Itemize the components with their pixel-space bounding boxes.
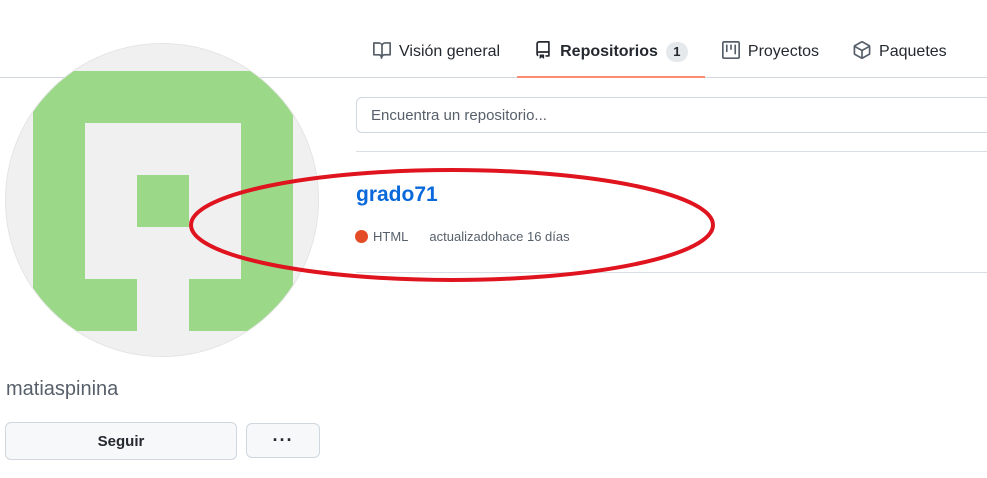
language-color-dot [355, 230, 368, 243]
tab-overview[interactable]: Visión general [356, 28, 517, 76]
tab-repositories[interactable]: Repositorios 1 [517, 28, 705, 78]
list-divider [356, 151, 987, 152]
repository-name-link[interactable]: grado71 [356, 183, 438, 207]
repository-language: HTML [373, 229, 409, 244]
repository-meta: HTML actualizadohace 16 días [355, 229, 570, 244]
tab-projects[interactable]: Proyectos [705, 28, 836, 76]
book-icon [373, 41, 391, 64]
package-icon [853, 40, 871, 64]
avatar [5, 43, 319, 357]
profile-username: matiaspinina [6, 378, 119, 400]
tab-label: Repositorios [560, 43, 658, 60]
repository-search-input[interactable] [356, 97, 987, 133]
tab-label: Proyectos [747, 43, 820, 60]
repo-count-badge: 1 [665, 42, 688, 62]
identicon-image [6, 44, 318, 356]
tab-label: Visión general [399, 43, 501, 60]
project-icon [721, 40, 740, 64]
follow-button[interactable]: Seguir [5, 422, 237, 460]
repo-icon [534, 40, 552, 64]
tab-packages[interactable]: Paquetes [836, 28, 964, 76]
more-options-button[interactable]: ··· [246, 423, 320, 458]
list-divider [356, 272, 987, 273]
repository-updated: actualizadohace 16 días [429, 229, 570, 244]
tab-label: Paquetes [879, 43, 947, 60]
profile-tabs: Visión general Repositorios 1 Proyectos … [356, 28, 964, 78]
